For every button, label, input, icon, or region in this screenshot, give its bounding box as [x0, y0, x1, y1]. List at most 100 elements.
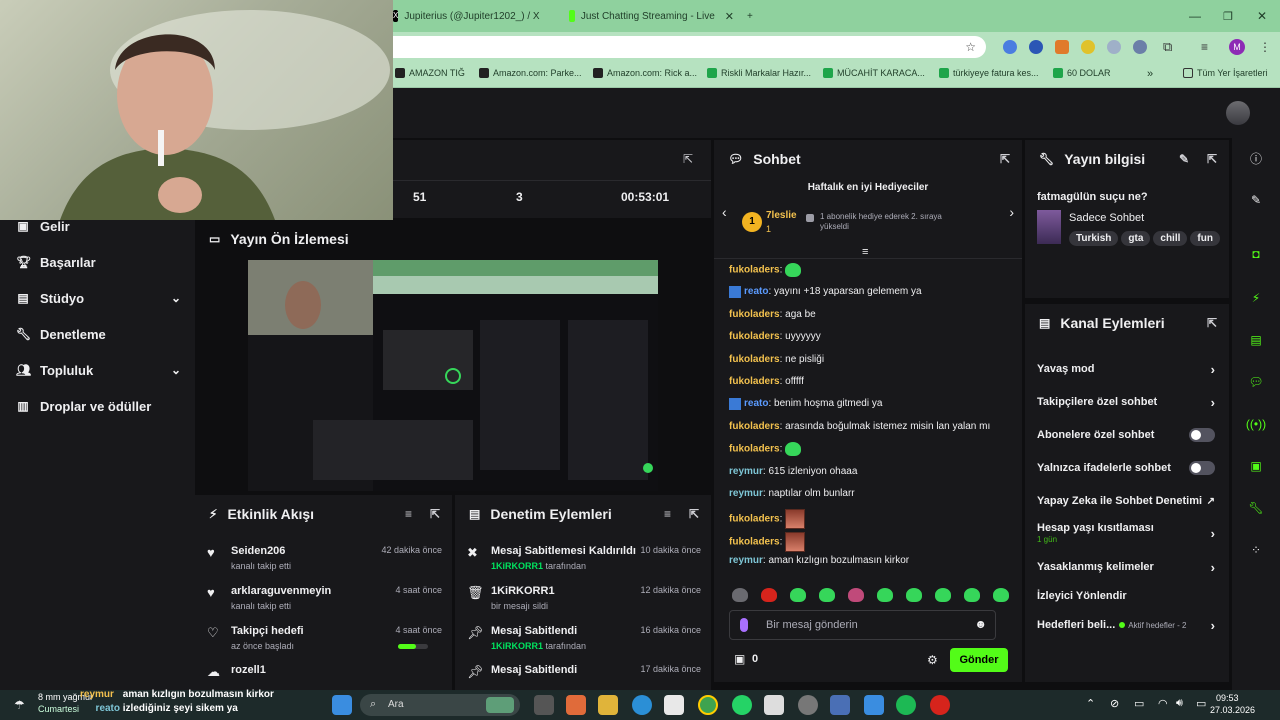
emote-icon[interactable]: [732, 588, 748, 602]
chat-username[interactable]: reato: [744, 398, 768, 409]
maximize-button[interactable]: ❐: [1223, 4, 1233, 28]
opera-icon[interactable]: [930, 695, 950, 715]
chat-bubble-icon[interactable]: 💬︎: [1246, 372, 1266, 392]
clock-date[interactable]: 27.03.2026: [1210, 705, 1255, 715]
notepad-icon[interactable]: [864, 695, 884, 715]
extension-icon[interactable]: [1081, 40, 1095, 54]
gift-box-icon[interactable]: ▣: [734, 652, 745, 666]
tab-x[interactable]: X Jupiterius (@Jupiter1202_) / X ✕: [393, 4, 543, 28]
bookmark-item[interactable]: Riskli Markalar Hazır...: [707, 68, 811, 78]
search-input[interactable]: ⌕ Ara: [360, 694, 520, 716]
network-icon[interactable]: ▭: [1134, 697, 1144, 710]
chat-message[interactable]: reato: benim hoşma gitmedi ya: [729, 397, 1012, 411]
new-tab-button[interactable]: +: [747, 4, 753, 28]
wrench-icon[interactable]: 🔧︎: [1246, 498, 1266, 518]
ai-moderation-row[interactable]: Yapay Zeka ile Sohbet Denetimi ↗: [1037, 490, 1215, 512]
moderation-item[interactable]: 🗑︎ 1KiRKORR1 bir mesajı sildi 12 dakika …: [467, 585, 701, 619]
chat-message[interactable]: fukoladers:: [729, 263, 1012, 278]
emote-icon[interactable]: [935, 588, 951, 602]
chrome-icon[interactable]: [698, 695, 718, 715]
menu-icon[interactable]: ⋮: [1259, 40, 1273, 54]
emote-only-toggle[interactable]: [1189, 461, 1215, 475]
puzzle-icon[interactable]: ⧉: [1163, 40, 1177, 54]
popout-icon[interactable]: ⇱: [683, 152, 693, 166]
chat-username[interactable]: reymur: [729, 555, 763, 566]
chat-message[interactable]: reymur: 615 izleniyon ohaaa: [729, 465, 1012, 479]
wifi-icon[interactable]: ◠: [1158, 697, 1168, 710]
chat-message[interactable]: reymur: naptılar olm bunlarr: [729, 487, 1012, 501]
broadcast-icon[interactable]: ((•)): [1246, 414, 1266, 434]
gifter-name[interactable]: 7leslie: [766, 210, 797, 221]
chat-username[interactable]: reato: [744, 286, 768, 297]
host-viewer-row[interactable]: İzleyici Yönlendir: [1037, 585, 1215, 607]
chat-username[interactable]: reymur: [729, 466, 763, 477]
spotify-icon[interactable]: [896, 695, 916, 715]
chat-username[interactable]: fukoladers: [729, 444, 780, 455]
avatar[interactable]: [1226, 101, 1250, 125]
chat-message[interactable]: fukoladers: uyyyyyy: [729, 330, 1012, 344]
extension-icon[interactable]: [1029, 40, 1043, 54]
close-icon[interactable]: ✕: [725, 10, 734, 23]
filter-icon[interactable]: ≡: [405, 507, 412, 521]
activity-item[interactable]: ♥ Seiden206 kanalı takip etti 42 dakika …: [207, 545, 442, 579]
chat-message[interactable]: reymur: aman kızlıgın bozulmasın kirkor: [729, 554, 1012, 568]
popout-icon[interactable]: ⇱: [1207, 152, 1217, 166]
gear-icon[interactable]: ⚙: [927, 653, 938, 667]
stream-preview-video[interactable]: [248, 260, 658, 491]
bookmark-item[interactable]: Amazon.com: Parke...: [479, 68, 582, 78]
moderator-name[interactable]: 1KiRKORR1: [491, 561, 543, 571]
moderation-item[interactable]: ✖ Mesaj Sabitlemesi Kaldırıldı 1KiRKORR1…: [467, 545, 701, 579]
chat-username[interactable]: fukoladers: [729, 354, 780, 365]
category-name[interactable]: Sadece Sohbet: [1069, 212, 1144, 224]
chat-username[interactable]: fukoladers: [729, 265, 780, 276]
info-icon[interactable]: ⓘ: [1246, 148, 1266, 168]
sidebar-item-drops[interactable]: ▥ Droplar ve ödüller: [16, 394, 181, 418]
tag[interactable]: chill: [1153, 231, 1188, 246]
translate-icon[interactable]: [1003, 40, 1017, 54]
close-window-button[interactable]: ✕: [1257, 4, 1267, 28]
activity-item[interactable]: ♥ arklaraguvenmeyin kanalı takip etti 4 …: [207, 585, 442, 619]
edit-icon[interactable]: ✎: [1246, 190, 1266, 210]
app-icon[interactable]: [764, 695, 784, 715]
send-button[interactable]: Gönder: [950, 648, 1008, 672]
lightning-icon[interactable]: ⚡︎: [1246, 288, 1266, 308]
star-icon[interactable]: ☆: [965, 40, 976, 54]
chat-message[interactable]: reato: yayını +18 yaparsan gelemem ya: [729, 285, 1012, 299]
scan-icon[interactable]: ◘: [1246, 244, 1266, 264]
popout-icon[interactable]: ⇱: [689, 507, 699, 521]
chevron-up-icon[interactable]: ⌃: [1086, 697, 1095, 710]
minimize-button[interactable]: —: [1189, 4, 1201, 28]
chat-message[interactable]: fukoladers: ne pisliği: [729, 353, 1012, 367]
account-age-row[interactable]: Hesap yaşı kısıtlaması 1 gün ›: [1037, 522, 1215, 550]
popout-icon[interactable]: ⇱: [1000, 152, 1010, 166]
edge-icon[interactable]: [632, 695, 652, 715]
clock-time[interactable]: 09:53: [1216, 693, 1239, 703]
tag[interactable]: fun: [1190, 231, 1220, 246]
battery-icon[interactable]: ▭: [1196, 697, 1206, 710]
task-view-icon[interactable]: [534, 695, 554, 715]
collapse-icon[interactable]: ≡: [862, 246, 868, 258]
address-input[interactable]: ☆: [393, 36, 986, 58]
goals-row[interactable]: Hedefleri beli... Aktif hedefler - 2 ›: [1037, 614, 1215, 636]
bookmark-item[interactable]: türkiyeye fatura kes...: [939, 68, 1039, 78]
document-icon[interactable]: ▤: [1246, 330, 1266, 350]
sidebar-item-community[interactable]: 👥︎ Topluluk ⌄: [16, 358, 181, 382]
activity-item[interactable]: ♡ Takipçi hedefi az önce başladı 4 saat …: [207, 625, 442, 659]
chat-username[interactable]: fukoladers: [729, 376, 780, 387]
emote-icon[interactable]: [964, 588, 980, 602]
bookmark-item[interactable]: MÜCAHİT KARACA...: [823, 68, 925, 78]
chevron-right-icon[interactable]: ›: [1009, 204, 1014, 220]
chat-username[interactable]: reymur: [729, 488, 763, 499]
emote-icon[interactable]: [848, 588, 864, 602]
banned-words-row[interactable]: Yasaklanmış kelimeler ›: [1037, 556, 1215, 578]
emote-icon[interactable]: [877, 588, 893, 602]
chat-message[interactable]: fukoladers:: [729, 531, 1012, 552]
extension-icon[interactable]: [1133, 40, 1147, 54]
chat-message[interactable]: fukoladers: arasında boğulmak istemez mi…: [729, 420, 1012, 434]
chat-username[interactable]: fukoladers: [729, 514, 780, 525]
profile-avatar[interactable]: M: [1229, 39, 1245, 55]
microphone-icon[interactable]: [740, 618, 748, 632]
chat-input[interactable]: Bir mesaj gönderin ☻: [729, 610, 996, 640]
bookmark-item[interactable]: AMAZON TIĞ: [395, 68, 465, 78]
followers-only-row[interactable]: Takipçilere özel sohbet ›: [1037, 391, 1215, 413]
